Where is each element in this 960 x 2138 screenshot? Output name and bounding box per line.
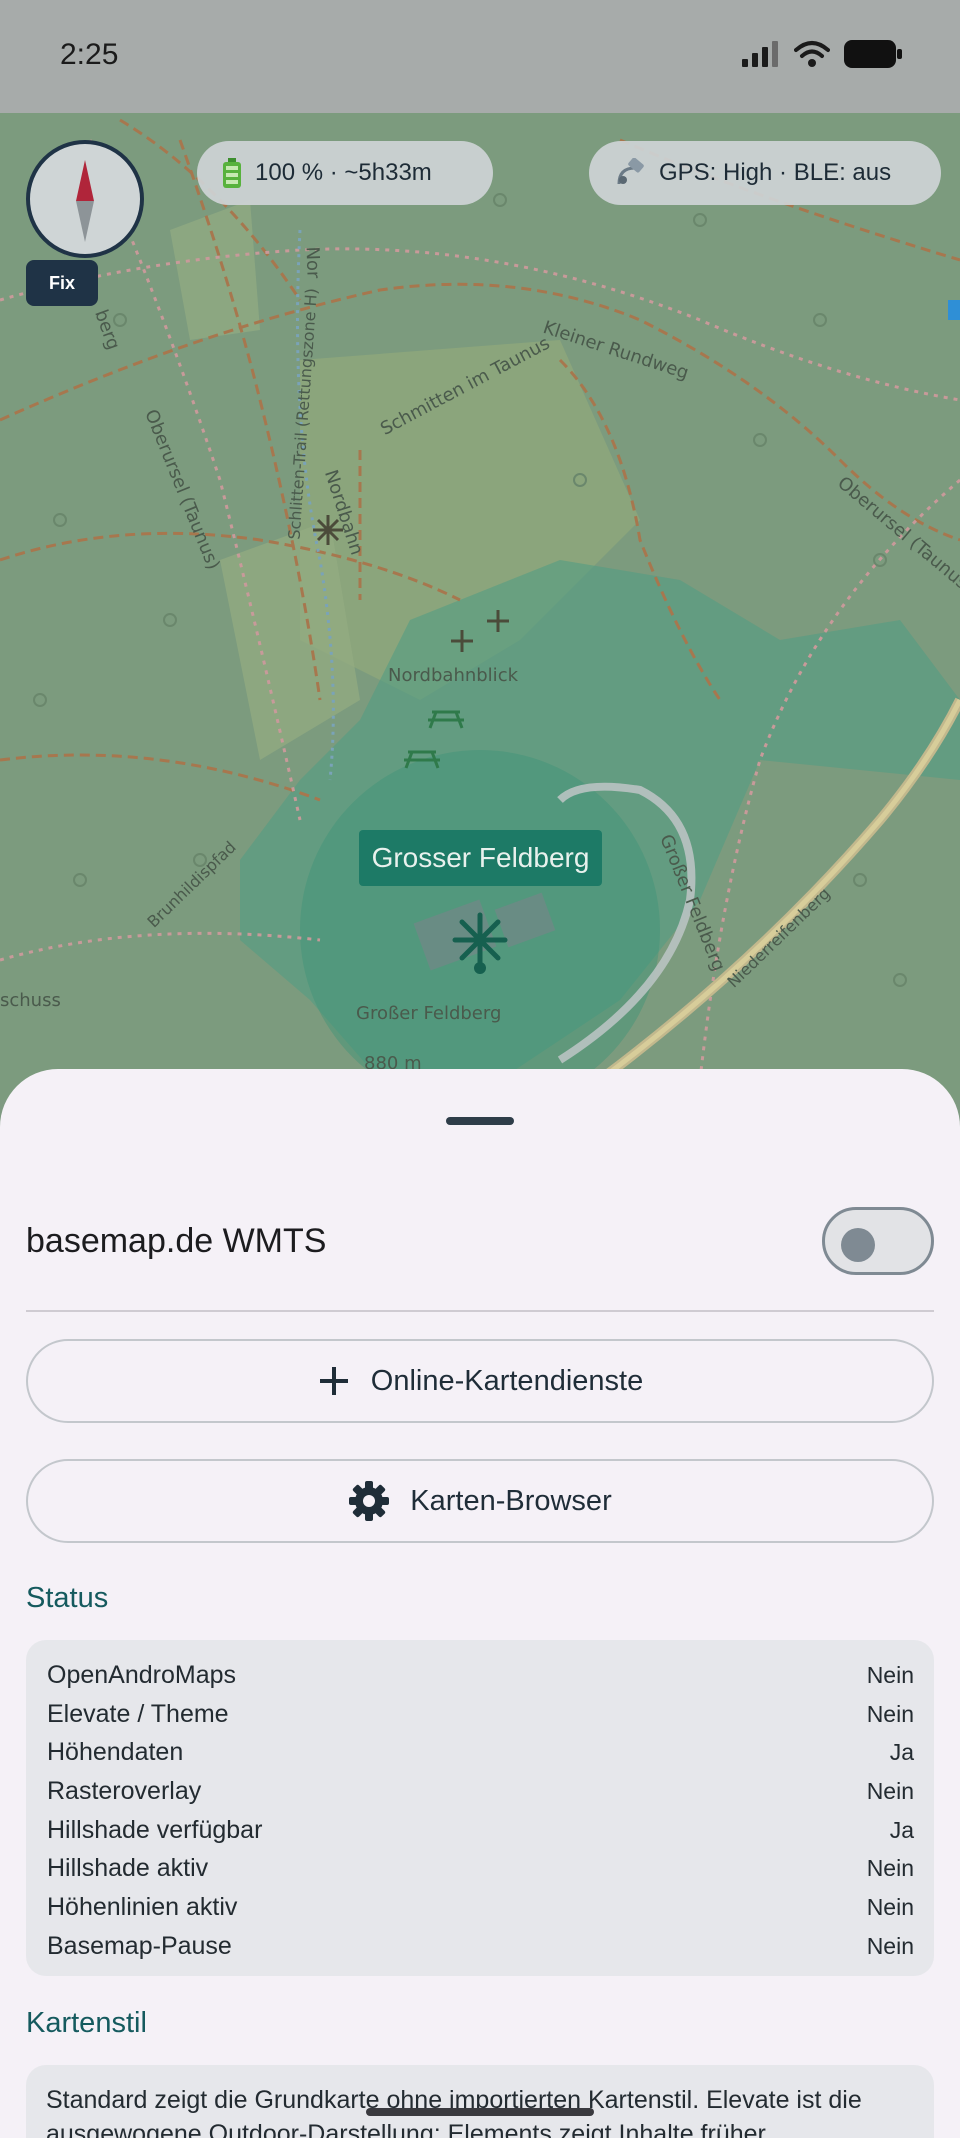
- map-browser-button[interactable]: Karten-Browser: [26, 1459, 934, 1543]
- battery-status-icon: [223, 158, 241, 188]
- toggle-knob: [841, 1228, 875, 1262]
- wmts-toggle[interactable]: [822, 1207, 934, 1275]
- status-row: Höhenlinien aktiv Nein: [47, 1888, 914, 1927]
- status-label: Hillshade verfügbar: [47, 1815, 263, 1844]
- status-value: Nein: [866, 1932, 914, 1959]
- sheet-drag-handle[interactable]: [446, 1117, 514, 1125]
- status-value: Nein: [866, 1700, 914, 1727]
- status-label: Höhendaten: [47, 1738, 184, 1767]
- status-value: Nein: [866, 1777, 914, 1804]
- status-value: Ja: [889, 1816, 914, 1843]
- online-services-button[interactable]: Online-Kartendienste: [26, 1339, 934, 1423]
- compass-needle-icon: [76, 160, 94, 242]
- fix-button[interactable]: Fix: [26, 260, 98, 306]
- status-section-title: Status: [26, 1582, 109, 1614]
- online-services-label: Online-Kartendienste: [370, 1364, 644, 1397]
- status-row: Elevate / Theme Nein: [47, 1695, 914, 1734]
- divider: [26, 1310, 934, 1312]
- signal-icon: [742, 41, 778, 67]
- map-label-nordbahnblick: Nordbahnblick: [388, 665, 519, 686]
- status-value: Ja: [889, 1739, 914, 1766]
- status-row: Basemap-Pause Nein: [47, 1927, 914, 1966]
- map-label-summit: Großer Feldberg: [356, 1003, 502, 1024]
- status-row: OpenAndroMaps Nein: [47, 1656, 914, 1695]
- status-card: OpenAndroMaps Nein Elevate / Theme Nein Hö…: [26, 1640, 934, 1976]
- status-label: Rasteroverlay: [47, 1776, 202, 1805]
- status-label: Basemap-Pause: [47, 1931, 232, 1960]
- battery-chip[interactable]: 100 % · ~5h33m: [197, 141, 493, 205]
- compass-button[interactable]: [26, 140, 144, 258]
- wmts-row: basemap.de WMTS: [26, 1200, 934, 1282]
- gps-chip[interactable]: GPS: High · BLE: aus: [589, 141, 941, 205]
- status-value: Nein: [866, 1661, 914, 1688]
- place-label[interactable]: Grosser Feldberg: [359, 830, 602, 886]
- status-row: Höhendaten Ja: [47, 1733, 914, 1772]
- battery-icon: [844, 40, 902, 68]
- home-indicator[interactable]: [366, 2108, 594, 2116]
- status-row: Rasteroverlay Nein: [47, 1772, 914, 1811]
- status-value: Nein: [866, 1855, 914, 1882]
- kartenstil-card: Standard zeigt die Grundkarte ohne impor…: [26, 2065, 934, 2138]
- wmts-label: basemap.de WMTS: [26, 1221, 327, 1260]
- map-label-schuss: schuss: [0, 990, 61, 1011]
- status-row: Hillshade verfügbar Ja: [47, 1811, 914, 1850]
- system-status-bar: 2:25: [0, 0, 960, 113]
- status-label: Hillshade aktiv: [47, 1854, 209, 1883]
- map-label-nor: Nor: [301, 246, 324, 279]
- kartenstil-section-title: Kartenstil: [26, 2007, 147, 2039]
- battery-chip-text: 100 % · ~5h33m: [255, 159, 432, 186]
- gps-chip-text: GPS: High · BLE: aus: [659, 159, 892, 186]
- status-value: Nein: [866, 1893, 914, 1920]
- status-icons: [742, 40, 902, 68]
- status-row: Hillshade aktiv Nein: [47, 1849, 914, 1888]
- wifi-icon: [794, 41, 830, 67]
- satellite-icon: [617, 158, 644, 185]
- status-label: Elevate / Theme: [47, 1699, 229, 1728]
- map-browser-label: Karten-Browser: [410, 1484, 612, 1517]
- plus-icon: [319, 1367, 348, 1395]
- status-label: OpenAndroMaps: [47, 1660, 237, 1689]
- status-label: Höhenlinien aktiv: [47, 1892, 238, 1921]
- gear-icon: [349, 1481, 390, 1521]
- status-time: 2:25: [60, 38, 119, 71]
